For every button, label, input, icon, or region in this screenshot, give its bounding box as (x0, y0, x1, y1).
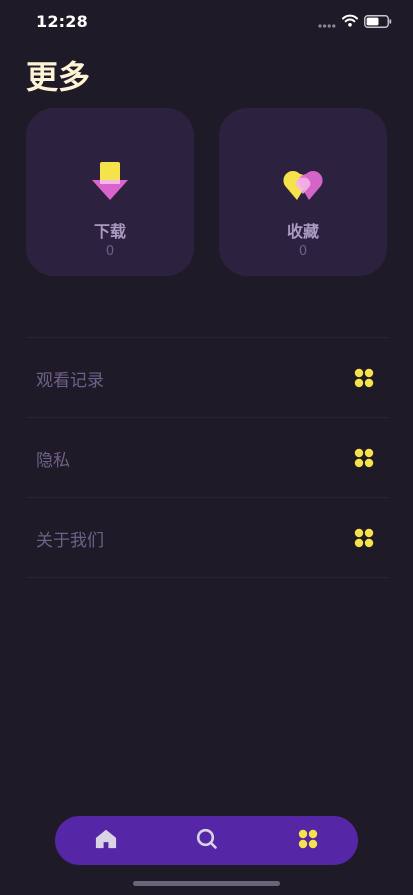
favorites-label: 收藏 (286, 222, 319, 241)
heart-icon (283, 160, 323, 204)
four-dots-icon (354, 368, 374, 388)
status-time: 12:28 (36, 12, 88, 31)
home-icon (95, 829, 117, 853)
favorites-count: 0 (298, 244, 308, 259)
four-dots-icon (354, 448, 374, 468)
menu-item-label: 关于我们 (36, 531, 104, 551)
downloads-label: 下载 (93, 222, 126, 241)
four-dots-icon (298, 829, 318, 853)
downloads-count: 0 (105, 244, 115, 259)
search-icon (196, 828, 218, 854)
menu-item-privacy[interactable]: 隐私 (26, 418, 388, 497)
menu-item-label: 隐私 (36, 451, 70, 471)
tab-search[interactable] (156, 816, 257, 865)
status-bar: 12:28 (0, 0, 413, 46)
favorites-card[interactable]: 收藏 0 (219, 108, 387, 276)
divider (26, 577, 388, 578)
menu-item-label: 观看记录 (36, 371, 104, 391)
download-arrow-icon (90, 160, 130, 204)
downloads-card[interactable]: 下载 0 (26, 108, 194, 276)
tab-home[interactable] (55, 816, 156, 865)
tab-bar (55, 816, 358, 865)
wifi-icon (342, 14, 358, 27)
battery-icon (364, 15, 392, 28)
tab-more[interactable] (257, 816, 358, 865)
menu-item-watch-history[interactable]: 观看记录 (26, 338, 388, 417)
signal-dots-icon (318, 24, 336, 28)
four-dots-icon (354, 528, 374, 548)
home-indicator[interactable] (133, 881, 280, 886)
menu-item-about-us[interactable]: 关于我们 (26, 498, 388, 577)
page-title: 更多 (26, 58, 91, 96)
